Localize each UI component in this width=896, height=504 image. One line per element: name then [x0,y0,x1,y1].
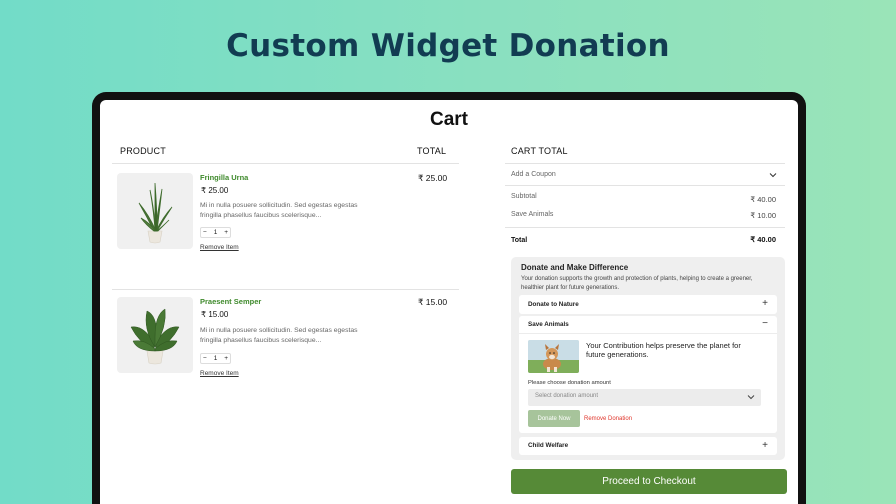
cart-screen: Cart PRODUCT TOTAL Fringilla Urna ₹ 25.0… [100,100,798,504]
divider [505,163,785,164]
product-price: ₹ 25.00 [201,186,229,195]
option-label: Donate to Nature [528,301,579,308]
divider [112,289,459,290]
quantity-stepper: − 1 + [200,227,231,238]
page-headline: Custom Widget Donation [226,28,670,64]
product-image-fringilla-urna[interactable] [117,173,193,249]
message-line: Your Contribution helps preserve the pla… [586,341,741,350]
total-value: ₹ 40.00 [750,235,776,244]
option-label[interactable]: Save Animals [528,321,569,328]
product-image-praesent-semper[interactable] [117,297,193,373]
quantity-value[interactable]: 1 [214,354,218,363]
increment-button[interactable]: + [224,228,228,237]
cart-title: Cart [429,109,468,130]
collapse-icon[interactable]: − [762,319,768,329]
remove-item-link[interactable]: Remove Item [200,244,239,251]
product-price: ₹ 15.00 [201,310,229,319]
donate-now-button[interactable]: Donate Now [528,410,580,427]
total-column-header: TOTAL [417,146,447,156]
divider [505,185,785,186]
donation-option-child-welfare[interactable]: Child Welfare + [519,437,777,455]
contribution-message: Your Contribution helps preserve the pla… [586,341,766,359]
product-description: Mi in nulla posuere sollicitudin. Sed eg… [200,201,375,221]
line-total: ₹ 25.00 [418,173,448,183]
cart-total-header: CART TOTAL [511,146,568,156]
amount-label: Please choose donation amount [528,380,611,386]
expand-icon[interactable]: + [762,299,768,309]
proceed-to-checkout-button[interactable]: Proceed to Checkout [511,469,787,494]
save-animals-label: Save Animals [511,211,554,218]
donation-option-nature[interactable]: Donate to Nature + [519,295,777,314]
donation-amount-select[interactable]: Select donation amount [528,389,761,406]
puppy-image [528,340,579,373]
product-description: Mi in nulla posuere sollicitudin. Sed eg… [200,326,375,346]
donation-widget: Donate and Make Difference Your donation… [511,257,785,460]
description-line: fringilla phasellus faucibus scelerisque… [200,337,322,344]
expand-icon[interactable]: + [762,441,768,451]
remove-item-link[interactable]: Remove Item [200,370,239,377]
description-line: Mi in nulla posuere sollicitudin. Sed eg… [200,327,358,334]
subtotal-label: Subtotal [511,193,537,200]
donation-description: Your donation supports the growth and pr… [521,275,777,292]
option-label: Child Welfare [528,442,569,449]
product-name[interactable]: Praesent Semper [200,297,261,306]
save-animals-value: ₹ 10.00 [750,211,776,220]
description-line: Your donation supports the growth and pr… [521,276,753,282]
product-column-header: PRODUCT [120,146,166,156]
divider [505,227,785,228]
donation-title: Donate and Make Difference [521,263,629,272]
total-label: Total [511,237,528,244]
decrement-button[interactable]: − [203,354,207,363]
description-line: fringilla phasellus faucibus scelerisque… [200,212,322,219]
increment-button[interactable]: + [224,354,228,363]
coupon-toggle[interactable]: Add a Coupon [511,171,556,178]
donation-option-save-animals: Save Animals − Your Contribution helps p… [519,316,777,433]
subtotal-value: ₹ 40.00 [750,195,776,204]
quantity-stepper: − 1 + [200,353,231,364]
divider [519,333,777,334]
select-placeholder: Select donation amount [535,393,599,399]
quantity-value[interactable]: 1 [214,228,218,237]
chevron-down-icon[interactable] [769,172,777,178]
decrement-button[interactable]: − [203,228,207,237]
divider [112,163,459,164]
message-line: future generations. [586,350,649,359]
description-line: Mi in nulla posuere sollicitudin. Sed eg… [200,202,358,209]
remove-donation-link[interactable]: Remove Donation [584,416,632,422]
product-name[interactable]: Fringilla Urna [200,173,248,182]
description-line: healthier plant for future generations. [521,284,620,291]
chevron-down-icon[interactable] [747,394,755,400]
line-total: ₹ 15.00 [418,297,448,307]
